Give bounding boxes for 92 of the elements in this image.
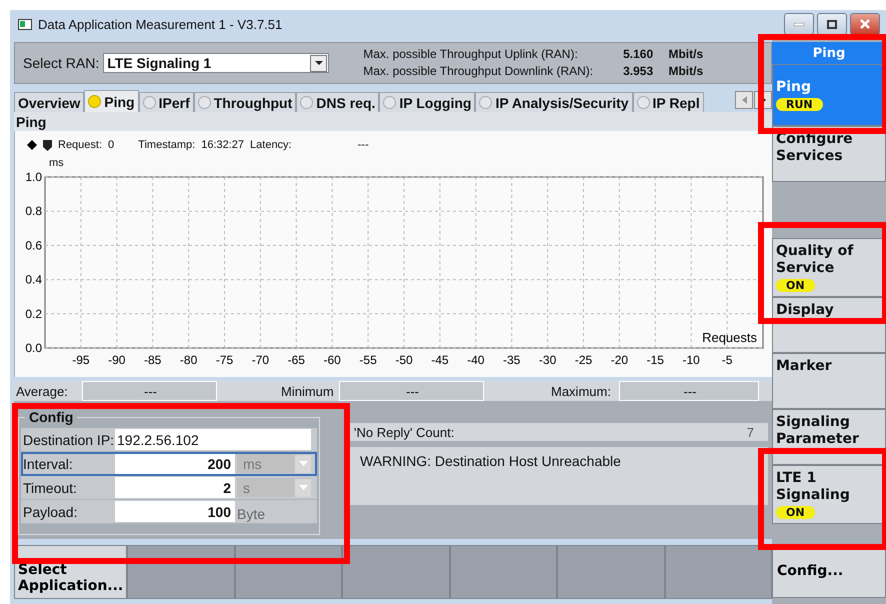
input-field[interactable]: 2 — [115, 477, 235, 498]
tab[interactable]: IPerf — [138, 92, 194, 112]
status-badge: ON — [776, 279, 815, 292]
tab[interactable]: Overview — [14, 92, 84, 112]
close-button[interactable] — [850, 13, 880, 35]
count-value: 7 — [746, 424, 754, 440]
maximize-icon — [827, 20, 837, 28]
legend-value: --- — [358, 139, 369, 151]
x-tick-label: -85 — [144, 353, 162, 366]
x-tick-label: -25 — [574, 353, 592, 366]
shield-icon — [43, 140, 52, 150]
ran-dropdown[interactable]: LTE Signaling 1 — [103, 53, 330, 73]
x-tick-label: -50 — [395, 353, 413, 366]
blank-softkey[interactable] — [450, 545, 558, 599]
blank-softkey[interactable] — [342, 545, 450, 599]
x-tick-label: -70 — [252, 353, 270, 366]
stat-label: Average: — [15, 382, 69, 401]
input-field[interactable]: 192.2.56.102 — [115, 429, 311, 450]
legend-label: Timestamp: — [138, 139, 196, 151]
x-axis-label: Requests — [702, 330, 757, 345]
unit-label: Byte — [236, 505, 266, 523]
section-title: Ping — [14, 112, 772, 131]
x-tick-label: -20 — [610, 353, 628, 366]
window-title: Data Application Measurement 1 - V3.7.51 — [38, 16, 282, 32]
caret-icon — [298, 485, 308, 490]
count-label: 'No Reply' Count: — [354, 424, 454, 440]
x-tick-label: -55 — [359, 353, 377, 366]
x-tick-label: -45 — [431, 353, 449, 366]
app-icon — [18, 18, 32, 30]
y-tick-label: 0.0 — [25, 341, 42, 355]
throughput-label: Max. possible Throughput Downlink (RAN): — [363, 63, 594, 80]
throughput-unit: Mbit/s — [667, 63, 704, 80]
legend-value: 16:32:27 — [201, 139, 244, 151]
x-tick-label: -75 — [216, 353, 234, 366]
ran-label: Select RAN: — [23, 55, 100, 71]
status-badge: RUN — [776, 98, 823, 111]
legend-label: Request: — [58, 139, 102, 151]
tab[interactable]: IP Logging — [379, 92, 476, 112]
minimize-icon — [794, 22, 804, 26]
throughput-label: Max. possible Throughput Uplink (RAN): — [363, 46, 579, 63]
x-tick-label: -10 — [682, 353, 700, 366]
stat-value: --- — [619, 381, 759, 401]
diamond-icon — [27, 140, 37, 150]
status-badge: ON — [776, 506, 815, 519]
blank-softkey[interactable] — [664, 545, 772, 599]
field-label: Destination IP: — [22, 430, 115, 450]
y-tick-label: 0.8 — [25, 204, 42, 218]
y-tick-label: 1.0 — [25, 171, 42, 184]
maximize-button[interactable] — [817, 13, 847, 35]
stat-label: Maximum: — [550, 382, 612, 400]
field-label: Timeout: — [22, 478, 78, 498]
field-label: Payload: — [22, 502, 78, 522]
softkey[interactable]: Marker — [772, 353, 886, 409]
x-tick-label: -60 — [324, 353, 341, 366]
caret-icon — [314, 61, 323, 65]
scroll-left-button[interactable] — [735, 91, 753, 109]
input-field[interactable]: 200 — [115, 453, 235, 474]
x-tick-label: -35 — [503, 353, 520, 366]
close-icon — [860, 19, 870, 29]
y-tick-label: 0.4 — [25, 272, 42, 287]
tab[interactable]: Ping — [84, 90, 139, 112]
group-title: Config — [25, 409, 78, 425]
x-tick-label: -5 — [722, 353, 732, 366]
y-tick-label: 0.2 — [25, 306, 42, 321]
stat-value: --- — [82, 381, 217, 401]
x-tick-label: -90 — [108, 353, 126, 366]
minimize-button[interactable] — [784, 13, 814, 35]
warning-message: WARNING: Destination Host Unreachable — [360, 453, 621, 469]
throughput-value: 3.953 — [622, 63, 654, 80]
legend-value: 0 — [108, 139, 114, 151]
x-tick-label: -80 — [180, 353, 198, 366]
x-tick-label: -30 — [538, 353, 556, 366]
tab[interactable]: DNS req. — [296, 92, 380, 112]
field-label: Interval: — [22, 454, 74, 474]
throughput-value: 5.160 — [622, 46, 654, 63]
stat-label: Minimum — [280, 382, 335, 400]
caret-icon — [298, 461, 308, 466]
stat-value: --- — [339, 381, 484, 401]
x-tick-label: -40 — [467, 353, 484, 366]
tab[interactable]: IP Repl — [632, 92, 704, 112]
y-axis-label: ms — [49, 157, 64, 169]
tab[interactable]: Throughput — [194, 92, 296, 112]
tab[interactable]: IP Analysis/Security — [475, 92, 633, 112]
throughput-unit: Mbit/s — [667, 46, 704, 63]
y-tick-label: 0.6 — [25, 238, 42, 252]
x-tick-label: -15 — [646, 353, 664, 366]
x-tick-label: -65 — [288, 353, 305, 366]
x-tick-label: -95 — [72, 353, 90, 366]
blank-softkey[interactable] — [557, 545, 665, 599]
input-field[interactable]: 100 — [115, 501, 235, 522]
left-arrow-icon — [742, 96, 746, 104]
legend-label: Latency: — [250, 139, 292, 151]
